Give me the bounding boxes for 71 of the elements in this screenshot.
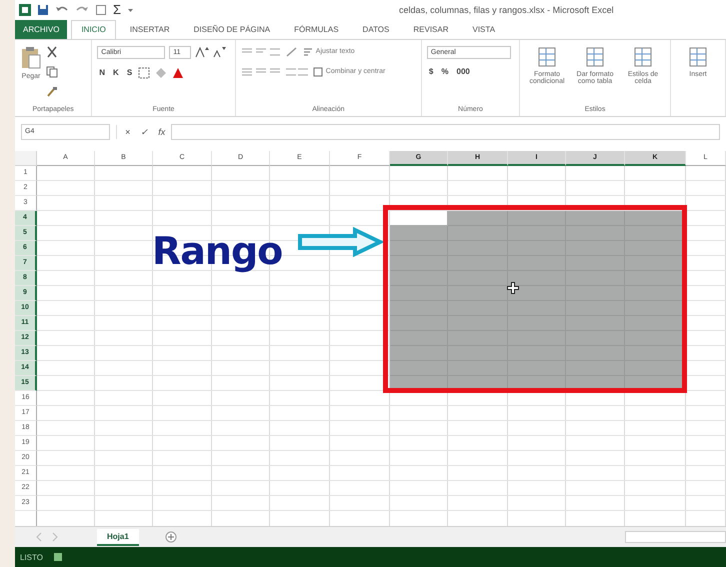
brush-icon[interactable] xyxy=(46,86,58,98)
selected-cell[interactable] xyxy=(448,270,508,286)
selected-cell[interactable] xyxy=(448,210,508,226)
selected-cell[interactable] xyxy=(566,210,625,226)
align-center-icon[interactable] xyxy=(240,66,281,78)
ribbon-tab[interactable]: DISEÑO DE PÁGINA xyxy=(184,20,280,39)
table-style-icon[interactable] xyxy=(688,46,708,68)
select-all-corner[interactable] xyxy=(15,150,37,166)
add-sheet-icon[interactable] xyxy=(164,531,177,544)
selected-cell[interactable] xyxy=(390,286,448,300)
annotation-label: Rango xyxy=(152,228,282,272)
selected-cell[interactable] xyxy=(448,286,508,300)
orientation-icon[interactable] xyxy=(284,46,299,58)
selected-cell[interactable] xyxy=(390,330,448,346)
selected-cell[interactable] xyxy=(508,210,566,226)
selected-cell[interactable] xyxy=(390,270,448,286)
border-icon[interactable] xyxy=(138,66,150,79)
save-icon[interactable] xyxy=(37,4,49,16)
font-color-icon[interactable] xyxy=(172,66,184,79)
selected-cell[interactable] xyxy=(390,300,448,316)
previous-sheet-icon[interactable] xyxy=(35,532,43,542)
cut-icon[interactable] xyxy=(46,46,58,58)
ribbon-tab[interactable]: FÓRMULAS xyxy=(284,20,349,39)
shrink-font-icon[interactable] xyxy=(213,46,228,58)
sheet-tab[interactable]: Hoja1 xyxy=(97,528,139,546)
merge-icon[interactable] xyxy=(312,66,323,77)
cursor-icon[interactable] xyxy=(506,280,520,294)
format-button[interactable]: K xyxy=(111,68,121,78)
clipboard-icon[interactable] xyxy=(20,46,42,70)
number-button[interactable]: % xyxy=(439,66,450,76)
align-top-icon[interactable] xyxy=(240,46,281,58)
ribbon-tab[interactable]: INSERTAR xyxy=(120,20,180,39)
selected-cell[interactable] xyxy=(390,346,448,360)
table-style-icon[interactable] xyxy=(633,46,654,68)
selected-cell[interactable] xyxy=(390,256,448,270)
selected-cell[interactable] xyxy=(390,240,448,256)
status-text: LISTO xyxy=(20,552,43,562)
ribbon-tab[interactable]: INICIO xyxy=(71,20,116,39)
arrow-icon[interactable] xyxy=(297,226,383,256)
formula-button[interactable]: × xyxy=(125,126,130,137)
number-button[interactable]: 000 xyxy=(454,66,472,76)
grow-font-icon[interactable] xyxy=(195,46,210,58)
file-tab[interactable]: ARCHIVO xyxy=(15,20,68,39)
autosum-button[interactable]: Σ xyxy=(113,2,122,18)
fill-color-icon[interactable] xyxy=(154,66,168,79)
macro-record-icon[interactable] xyxy=(52,552,63,562)
ribbon-tab[interactable]: VISTA xyxy=(462,20,506,39)
copy-icon[interactable] xyxy=(46,66,58,78)
excel-logo-icon[interactable] xyxy=(19,4,31,16)
selected-cell[interactable] xyxy=(448,226,508,240)
formula-button[interactable]: ✓ xyxy=(140,126,148,137)
window-title: celdas, columnas, filas y rangos.xlsx - Microsoft Excel xyxy=(399,4,614,15)
active-cell[interactable] xyxy=(390,210,448,226)
selected-cell[interactable] xyxy=(508,270,566,286)
selected-cell[interactable] xyxy=(390,316,448,330)
formula-input[interactable] xyxy=(171,124,720,140)
format-button[interactable]: N xyxy=(97,68,108,78)
number-button[interactable]: $ xyxy=(426,66,436,76)
selected-cell[interactable] xyxy=(390,360,448,376)
wrap-icon[interactable] xyxy=(302,46,313,57)
ribbon-tab[interactable]: DATOS xyxy=(352,20,400,39)
ribbon-tab[interactable]: REVISAR xyxy=(403,20,458,39)
table-style-icon[interactable] xyxy=(537,46,558,68)
checkbox-icon[interactable] xyxy=(95,4,107,16)
selected-cell[interactable] xyxy=(390,226,448,240)
horizontal-scrollbar[interactable] xyxy=(624,531,726,544)
table-style-icon[interactable] xyxy=(585,46,606,68)
format-button[interactable]: S xyxy=(124,68,134,78)
indent-icon[interactable] xyxy=(284,66,309,78)
next-sheet-icon[interactable] xyxy=(51,532,59,542)
formula-button[interactable]: fx xyxy=(158,126,166,137)
